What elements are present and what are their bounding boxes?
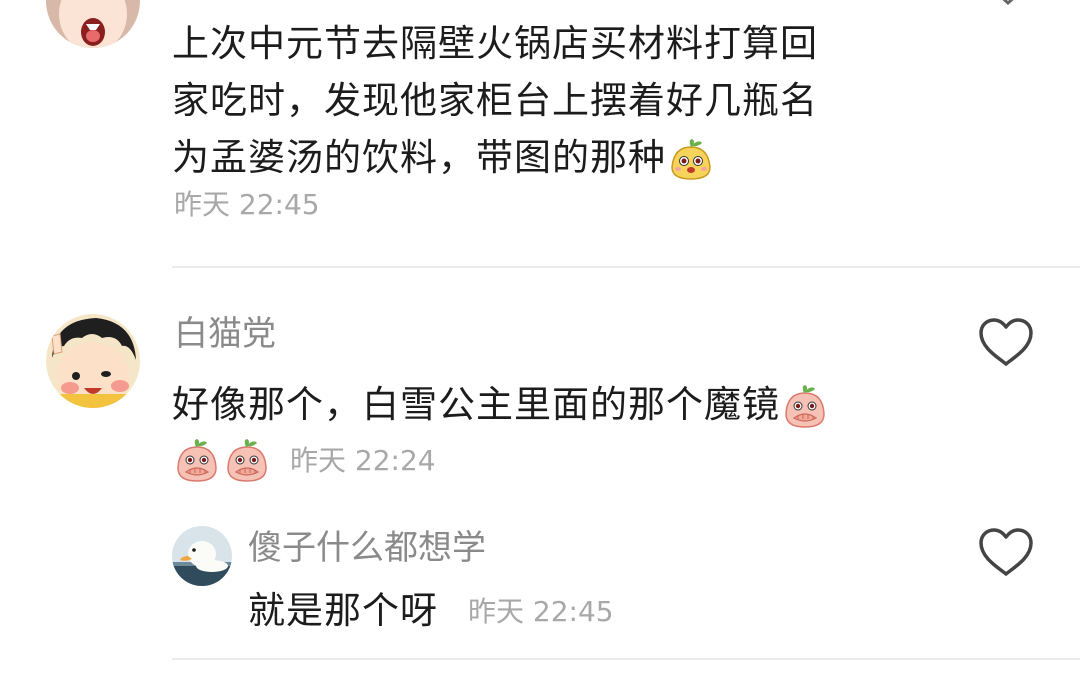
cartoon-kid-avatar-icon (46, 314, 140, 408)
yellow-blob-emoji-icon (668, 137, 714, 183)
chevron-down-icon[interactable] (996, 0, 1020, 6)
pink-peach-covering-mouth-emoji-icon (174, 438, 220, 484)
comment-timestamp: 昨天 22:24 (290, 444, 436, 477)
reply-like-button[interactable] (977, 526, 1035, 578)
heart-outline-icon (979, 528, 1033, 576)
comment-body: 好像那个，白雪公主里面的那个魔镜 (172, 376, 828, 433)
duck-avatar-icon (172, 526, 232, 586)
reply-username[interactable]: 傻子什么都想学 (248, 528, 486, 568)
pink-peach-covering-mouth-emoji-icon (224, 438, 270, 484)
comment-body: 上次中元节去隔壁火锅店买材料打算回 家吃时，发现他家柜台上摆着好几瓶名 为孟婆汤… (172, 15, 818, 186)
comment-username[interactable]: 白猫党 (174, 314, 276, 354)
comment-body-line: 上次中元节去隔壁火锅店买材料打算回 (172, 22, 818, 65)
comment-body-line: 为孟婆汤的饮料，带图的那种 (172, 129, 818, 186)
heart-outline-icon (979, 318, 1033, 366)
screaming-girl-avatar-icon (46, 0, 140, 48)
comment-avatar[interactable] (46, 314, 140, 408)
reply-timestamp: 昨天 22:45 (468, 595, 614, 628)
comment-timestamp: 昨天 22:45 (174, 188, 320, 221)
pink-peach-covering-mouth-emoji-icon (782, 384, 828, 430)
reply-body: 就是那个呀 (248, 589, 438, 632)
comment-section: 上次中元节去隔壁火锅店买材料打算回 家吃时，发现他家柜台上摆着好几瓶名 为孟婆汤… (0, 0, 1080, 675)
divider (172, 266, 1080, 268)
comment-avatar[interactable] (46, 0, 140, 48)
like-button[interactable] (977, 316, 1035, 368)
reply-avatar[interactable] (172, 526, 232, 586)
divider (172, 658, 1080, 660)
comment-body-line: 家吃时，发现他家柜台上摆着好几瓶名 (172, 79, 818, 122)
